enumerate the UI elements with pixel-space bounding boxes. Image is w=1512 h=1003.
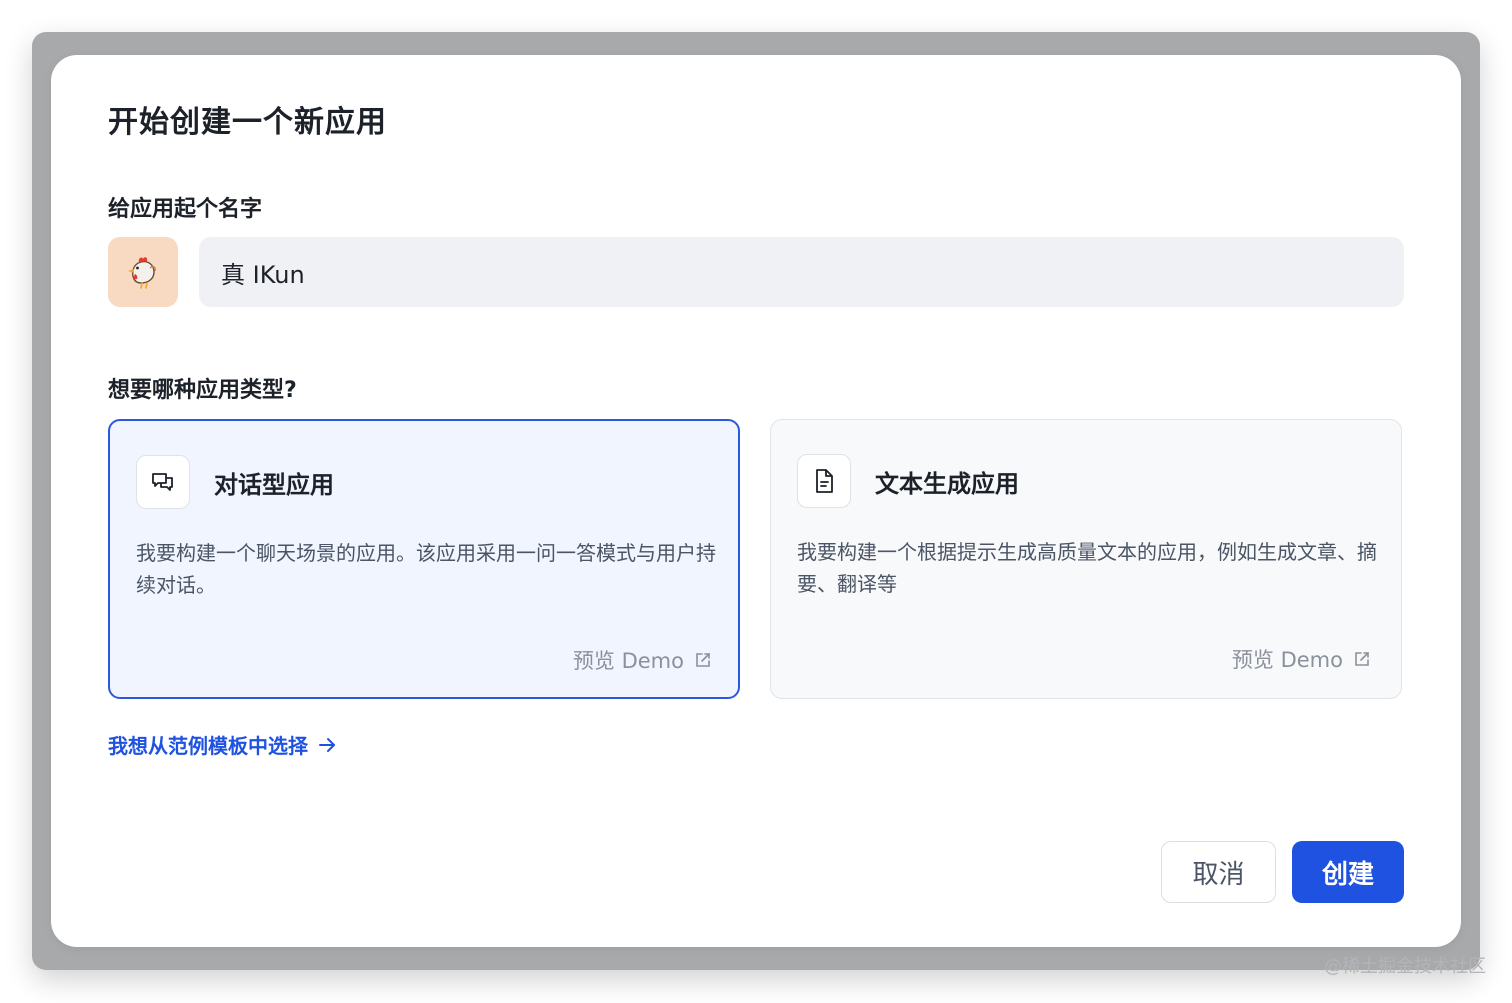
text-type-icon-box: [797, 454, 851, 508]
document-icon: [816, 469, 833, 493]
create-app-dialog: 开始创建一个新应用 给应用起个名字 想要哪种应用类型? 对话型应用 我要构建一个…: [51, 55, 1461, 947]
text-preview-demo-label: 预览 Demo: [1231, 648, 1343, 672]
text-type-title: 文本生成应用: [875, 470, 1019, 498]
choose-template-label: 我想从范例模板中选择: [108, 734, 308, 758]
dialog-title: 开始创建一个新应用: [108, 105, 387, 140]
external-link-icon: [696, 653, 710, 667]
choose-template-link[interactable]: 我想从范例模板中选择: [108, 730, 338, 759]
text-preview-demo-link[interactable]: 预览 Demo: [1232, 644, 1371, 674]
chat-type-description: 我要构建一个聊天场景的应用。该应用采用一问一答模式与用户持续对话。: [136, 541, 716, 597]
arrow-right-icon: [319, 737, 335, 752]
app-name-label: 给应用起个名字: [108, 197, 263, 222]
app-type-label: 想要哪种应用类型?: [108, 378, 297, 403]
watermark: @稀土掘金技术社区: [1324, 956, 1486, 977]
external-link-icon: [1355, 652, 1369, 666]
rooster-icon: [128, 257, 156, 289]
app-type-card-text-generation[interactable]: 文本生成应用 我要构建一个根据提示生成高质量文本的应用，例如生成文章、摘要、翻译…: [770, 419, 1402, 699]
create-button[interactable]: 创建: [1292, 841, 1404, 903]
chat-type-icon-box: [136, 455, 190, 509]
chat-preview-demo-link[interactable]: 预览 Demo: [573, 645, 712, 675]
app-name-input[interactable]: [199, 237, 1404, 307]
app-icon-picker[interactable]: [108, 237, 178, 307]
chat-bubbles-icon: [152, 473, 173, 491]
cancel-button[interactable]: 取消: [1161, 841, 1276, 903]
chat-type-title: 对话型应用: [214, 471, 334, 499]
chat-preview-demo-label: 预览 Demo: [572, 649, 684, 673]
text-type-description: 我要构建一个根据提示生成高质量文本的应用，例如生成文章、摘要、翻译等: [797, 540, 1377, 596]
app-type-card-chat[interactable]: 对话型应用 我要构建一个聊天场景的应用。该应用采用一问一答模式与用户持续对话。 …: [108, 419, 740, 699]
